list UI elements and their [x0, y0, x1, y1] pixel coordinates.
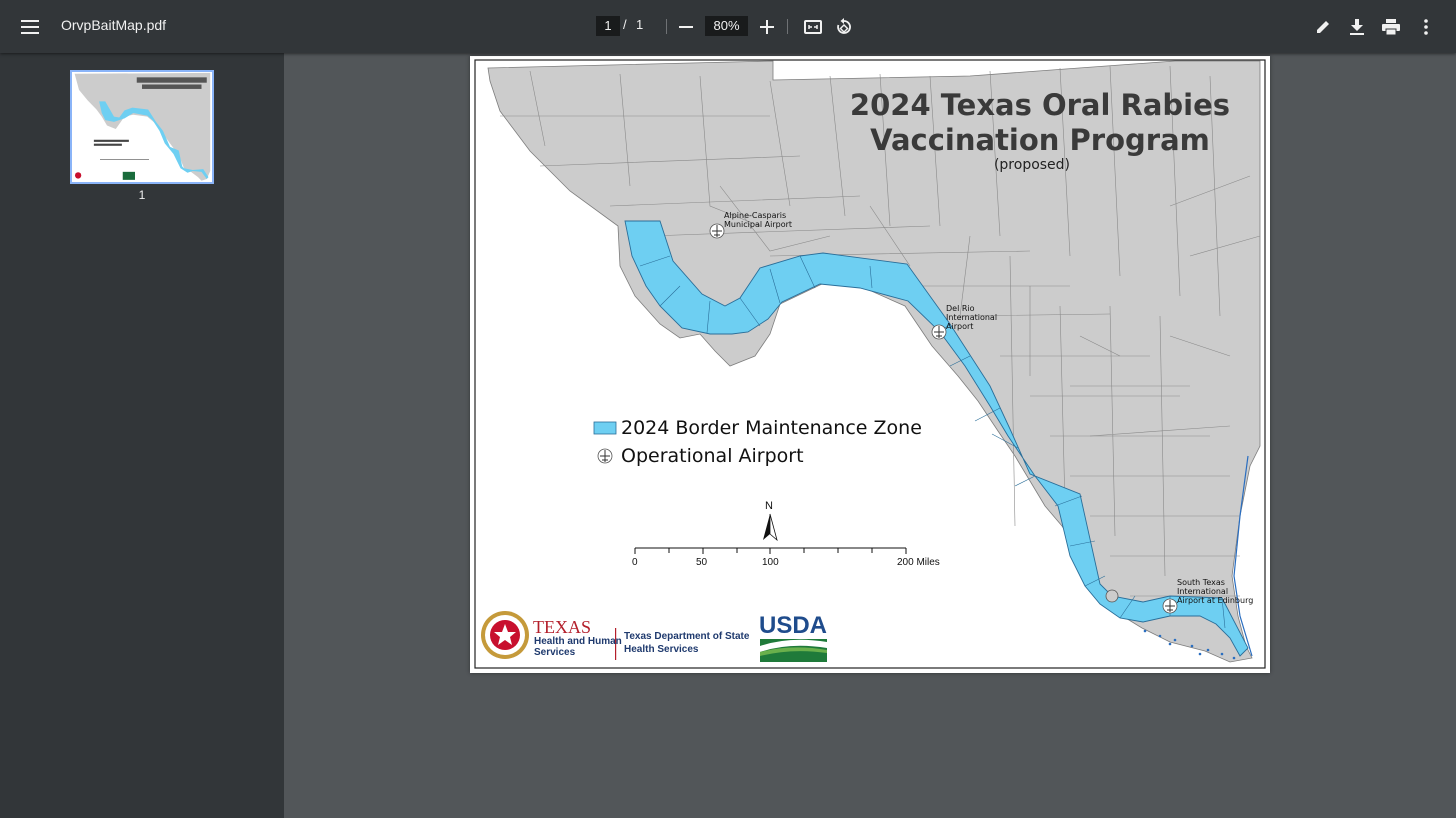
- pdf-toolbar: OrvpBaitMap.pdf 1 / 1 80%: [0, 0, 1456, 53]
- pdf-page: 2024 Texas Oral Rabies Vaccination Progr…: [470, 56, 1270, 673]
- menu-icon[interactable]: [16, 13, 44, 41]
- more-vert-icon[interactable]: [1412, 13, 1440, 41]
- airport-marker-del-rio: [931, 324, 947, 340]
- usda-text: USDA: [759, 612, 828, 639]
- scale-label-50: 50: [696, 557, 708, 568]
- thumbnail-page-number: 1: [138, 188, 146, 202]
- north-label: N: [765, 500, 773, 512]
- texas-hhs-subtext: Health and Human: [534, 636, 622, 647]
- legend-zone-swatch: [593, 421, 617, 435]
- thumbnail-map-image: [72, 72, 212, 182]
- airport-marker-alpine: [709, 223, 725, 239]
- dshs-text-line2: Health Services: [624, 644, 699, 655]
- fit-page-icon[interactable]: [799, 13, 827, 41]
- rotate-icon[interactable]: [830, 13, 858, 41]
- legend-airport-label: Operational Airport: [621, 445, 804, 467]
- airport-label-edinburg: South Texas International Airport at Edi…: [1177, 578, 1254, 605]
- legend-airport-icon: [597, 448, 613, 464]
- page-number-input[interactable]: 1: [596, 16, 620, 36]
- map-title-line2: Vaccination Program: [870, 123, 1210, 157]
- toolbar-divider: [666, 19, 667, 34]
- scale-label-0: 0: [632, 557, 638, 568]
- scale-label-100: 100: [762, 557, 779, 568]
- scale-bar: [634, 547, 907, 554]
- dshs-text-line1: Texas Department of State: [624, 631, 750, 642]
- map-title-line1: 2024 Texas Oral Rabies: [849, 88, 1231, 122]
- texas-hhs-subtext2: Services: [534, 647, 576, 658]
- legend-zone-label: 2024 Border Maintenance Zone: [621, 417, 922, 439]
- page-separator: /: [623, 17, 627, 32]
- toolbar-divider: [787, 19, 788, 34]
- airport-label-alpine: Alpine-Casparis Municipal Airport: [724, 211, 793, 229]
- zoom-out-icon[interactable]: [672, 13, 700, 41]
- scale-label-200-miles: 200 Miles: [897, 557, 940, 568]
- pen-icon[interactable]: [1309, 13, 1337, 41]
- page-total: 1: [636, 17, 644, 32]
- print-icon[interactable]: [1377, 13, 1405, 41]
- download-icon[interactable]: [1343, 13, 1371, 41]
- zoom-input[interactable]: 80%: [705, 16, 748, 36]
- texas-hhs-seal: [481, 611, 529, 659]
- usda-logo: [760, 639, 827, 662]
- file-name: OrvpBaitMap.pdf: [61, 17, 167, 33]
- thumbnail-sidebar: 1: [0, 53, 284, 818]
- texas-hhs-text: TEXAS: [533, 617, 591, 637]
- north-arrow: [763, 513, 778, 542]
- page-thumbnail[interactable]: [70, 70, 214, 184]
- map-subtitle: (proposed): [993, 157, 1071, 173]
- zoom-in-icon[interactable]: [753, 13, 781, 41]
- airport-label-del-rio: Del Rio International Airport: [946, 304, 998, 331]
- airport-marker-edinburg: [1162, 598, 1178, 614]
